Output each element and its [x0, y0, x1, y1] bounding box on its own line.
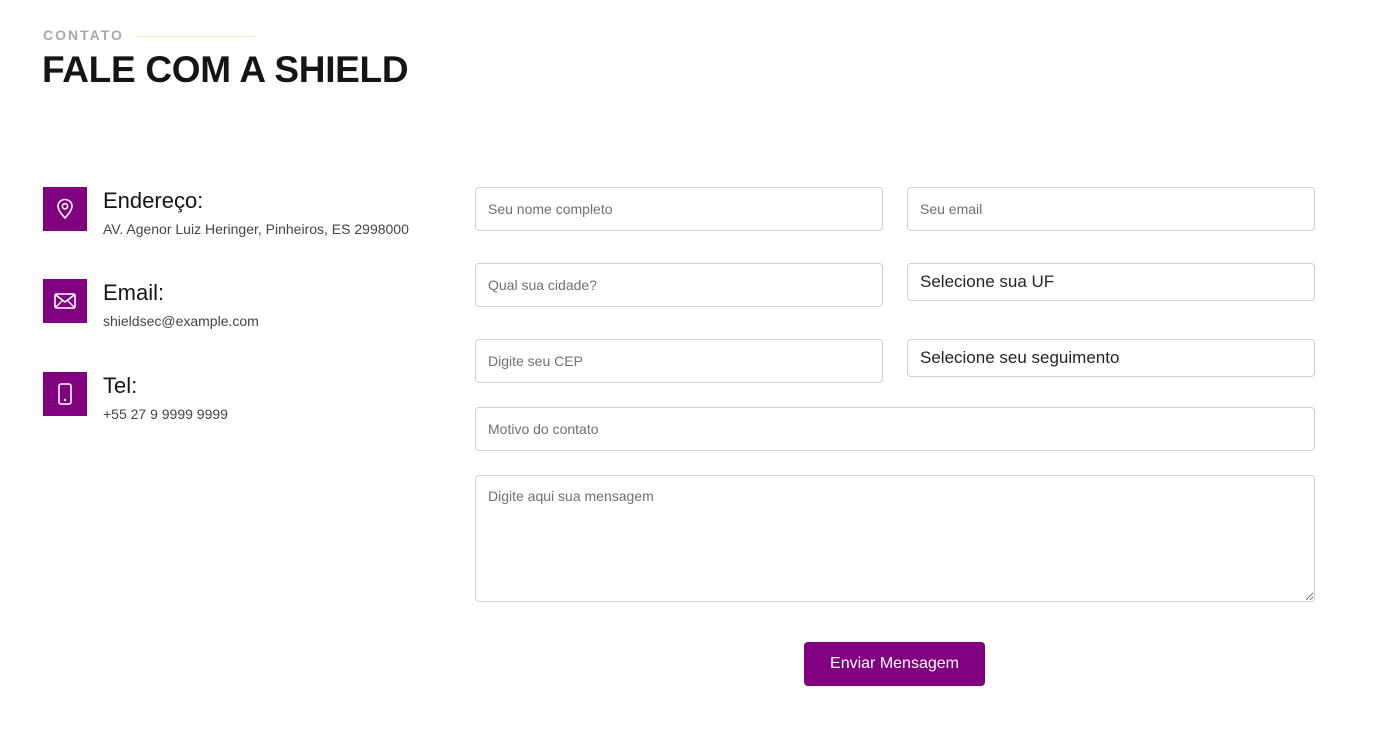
- name-input[interactable]: [475, 187, 883, 231]
- phone-text: +55 27 9 9999 9999: [103, 406, 228, 422]
- segment-select[interactable]: Selecione seu seguimento: [907, 339, 1315, 377]
- phone-info: Tel: +55 27 9 9999 9999: [43, 372, 228, 422]
- address-text: AV. Agenor Luiz Heringer, Pinheiros, ES …: [103, 221, 409, 237]
- eyebrow-divider: [134, 35, 255, 37]
- reason-input[interactable]: [475, 407, 1315, 451]
- cep-input[interactable]: [475, 339, 883, 383]
- email-input[interactable]: [907, 187, 1315, 231]
- email-title: Email:: [103, 280, 165, 305]
- map-pin-icon: [43, 187, 87, 231]
- page-title: FALE COM A SHIELD: [42, 49, 409, 90]
- section-eyebrow: CONTATO: [43, 27, 255, 43]
- city-input[interactable]: [475, 263, 883, 307]
- send-message-button[interactable]: Enviar Mensagem: [804, 642, 985, 686]
- phone-icon: [43, 372, 87, 416]
- phone-title: Tel:: [103, 373, 138, 398]
- eyebrow-text: CONTATO: [43, 27, 124, 43]
- address-title: Endereço:: [103, 188, 204, 213]
- address-info: Endereço: AV. Agenor Luiz Heringer, Pinh…: [43, 187, 409, 237]
- envelope-icon: [43, 279, 87, 323]
- uf-select[interactable]: Selecione sua UF: [907, 263, 1315, 301]
- email-text: shieldsec@example.com: [103, 313, 259, 329]
- email-info: Email: shieldsec@example.com: [43, 279, 259, 329]
- message-textarea[interactable]: [475, 475, 1315, 602]
